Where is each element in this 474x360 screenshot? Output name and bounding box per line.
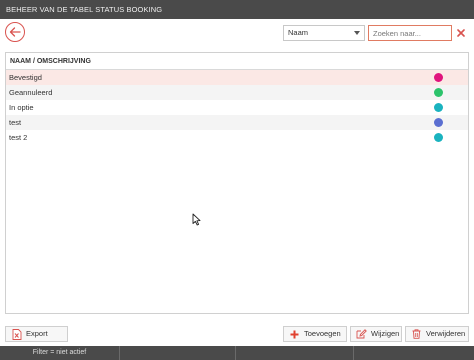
filter-status: Filter = niet actief bbox=[0, 346, 120, 360]
clear-icon bbox=[457, 29, 465, 37]
delete-label: Verwijderen bbox=[426, 329, 466, 338]
status-color-dot bbox=[434, 103, 443, 112]
status-color-dot bbox=[434, 88, 443, 97]
status-segment bbox=[236, 346, 354, 360]
edit-label: Wijzigen bbox=[371, 329, 400, 338]
edit-button[interactable]: Wijzigen bbox=[350, 326, 402, 342]
export-button[interactable]: Export bbox=[5, 326, 68, 342]
window-title: BEHEER VAN DE TABEL STATUS BOOKING bbox=[0, 0, 474, 19]
mouse-cursor-icon bbox=[192, 213, 201, 226]
add-label: Toevoegen bbox=[304, 329, 341, 338]
column-header-name[interactable]: NAAM / OMSCHRIJVING bbox=[6, 53, 468, 70]
excel-export-icon bbox=[11, 328, 22, 340]
table-row[interactable]: Geannuleerd bbox=[6, 85, 468, 100]
back-arrow-icon bbox=[9, 27, 21, 37]
filter-field-value: Naam bbox=[288, 28, 309, 37]
export-label: Export bbox=[26, 329, 48, 338]
clear-search-button[interactable] bbox=[454, 25, 468, 41]
row-label: Geannuleerd bbox=[9, 88, 53, 97]
status-color-dot bbox=[434, 73, 443, 82]
edit-icon bbox=[356, 329, 367, 340]
delete-button[interactable]: Verwijderen bbox=[405, 326, 469, 342]
table-row[interactable]: In optie bbox=[6, 100, 468, 115]
status-color-dot bbox=[434, 118, 443, 127]
status-color-dot bbox=[434, 133, 443, 142]
row-label: test bbox=[9, 118, 22, 127]
chevron-down-icon bbox=[354, 31, 360, 35]
search-input[interactable] bbox=[368, 25, 452, 41]
table-row[interactable]: Bevestigd bbox=[6, 70, 468, 85]
add-button[interactable]: Toevoegen bbox=[283, 326, 347, 342]
row-label: test 2 bbox=[9, 133, 28, 142]
trash-icon bbox=[411, 329, 422, 340]
back-button[interactable] bbox=[5, 22, 25, 42]
table-row[interactable]: test bbox=[6, 115, 468, 130]
status-table: NAAM / OMSCHRIJVING Bevestigd Geannuleer… bbox=[5, 52, 469, 314]
table-row[interactable]: test 2 bbox=[6, 130, 468, 145]
row-label: Bevestigd bbox=[9, 73, 42, 82]
status-bar: Filter = niet actief bbox=[0, 346, 474, 360]
row-label: In optie bbox=[9, 103, 34, 112]
status-segment bbox=[120, 346, 236, 360]
plus-icon bbox=[289, 329, 300, 340]
filter-field-select[interactable]: Naam bbox=[283, 25, 365, 41]
